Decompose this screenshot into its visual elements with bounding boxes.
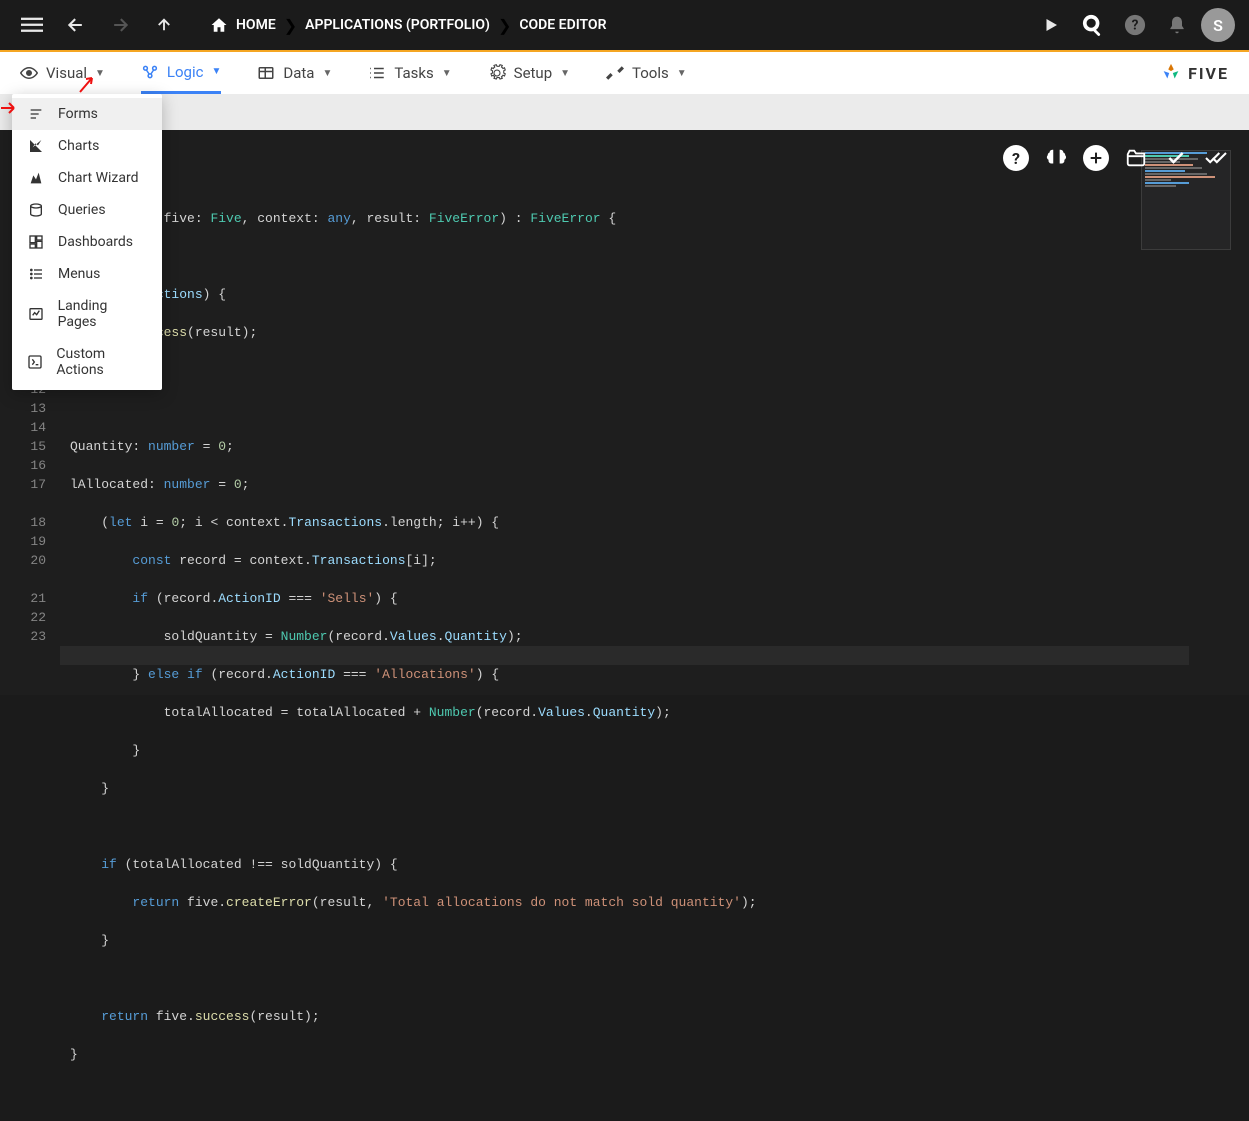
menu-icon[interactable] [14,7,50,43]
forms-icon [26,106,46,122]
menus-icon [26,266,46,282]
svg-text:?: ? [1132,18,1139,34]
queries-icon [26,202,46,218]
chevron-right-icon: ❯ [284,16,297,35]
dd-queries[interactable]: Queries [12,194,162,226]
dropdown-icon: ▼ [677,68,687,79]
actions-icon [26,354,44,370]
double-check-icon[interactable] [1203,145,1229,171]
home-icon [210,16,228,34]
table-icon [257,64,275,82]
eye-icon [20,64,38,82]
crumb-applications[interactable]: APPLICATIONS (PORTFOLIO) [305,17,490,33]
editor-help-icon[interactable]: ? [1003,145,1029,171]
add-icon[interactable] [1083,145,1109,171]
breadcrumb: HOME ❯ APPLICATIONS (PORTFOLIO) ❯ CODE E… [210,16,606,35]
navbar: Visual▼ Logic▼ Data▼ Tasks▼ Setup▼ Tools… [0,52,1249,94]
gear-icon [488,64,506,82]
visual-dropdown: Forms Charts Chart Wizard Queries Dashbo… [12,94,162,390]
tasks-icon [368,64,386,82]
search-icon[interactable] [1075,7,1111,43]
dropdown-icon: ▼ [322,68,332,79]
chevron-right-icon: ❯ [498,16,511,35]
nav-setup[interactable]: Setup▼ [488,52,570,94]
topbar: HOME ❯ APPLICATIONS (PORTFOLIO) ❯ CODE E… [0,0,1249,52]
bell-icon[interactable] [1159,7,1195,43]
nav-tools[interactable]: Tools▼ [606,52,687,94]
back-icon[interactable] [58,7,94,43]
wizard-icon [26,170,46,186]
landing-icon [26,306,46,322]
dd-menus[interactable]: Menus [12,258,162,290]
dropdown-icon: ▼ [560,68,570,79]
nav-logic[interactable]: Logic▼ [141,52,221,94]
crumb-home[interactable]: HOME [210,16,276,34]
crumb-home-label: HOME [236,17,276,33]
code-editor[interactable]: 1 6 11 12 13 14 15 16 17 18 19 20 21 22 … [0,130,1249,695]
avatar[interactable]: S [1201,8,1235,42]
dd-chart-wizard[interactable]: Chart Wizard [12,162,162,194]
tools-icon [606,64,624,82]
logic-icon [141,63,159,81]
crumb-code-editor[interactable]: CODE EDITOR [519,17,606,33]
forward-icon [102,7,138,43]
dd-dashboards[interactable]: Dashboards [12,226,162,258]
dashboard-icon [26,234,46,250]
nav-tasks[interactable]: Tasks▼ [368,52,451,94]
up-icon[interactable] [146,7,182,43]
dd-landing-pages[interactable]: Landing Pages [12,290,162,338]
check-icon[interactable] [1163,145,1189,171]
dropdown-icon: ▼ [442,68,452,79]
charts-icon [26,138,46,154]
dd-forms[interactable]: Forms [12,98,162,130]
nav-data[interactable]: Data▼ [257,52,332,94]
dd-custom-actions[interactable]: Custom Actions [12,338,162,386]
dd-charts[interactable]: Charts [12,130,162,162]
annotation-arrow-1 [78,74,98,94]
dropdown-icon: ▼ [211,66,221,77]
folder-icon[interactable] [1123,145,1149,171]
subheader [0,94,1249,130]
brand-logo: FIVE [1160,62,1229,84]
play-icon[interactable] [1033,7,1069,43]
brain-icon[interactable] [1043,145,1069,171]
annotation-arrow-2 [0,101,18,115]
code-content[interactable]: ckValidSell(five: Five, context: any, re… [60,130,1249,695]
help-icon[interactable]: ? [1117,7,1153,43]
editor-toolbar: ? [1003,145,1229,171]
